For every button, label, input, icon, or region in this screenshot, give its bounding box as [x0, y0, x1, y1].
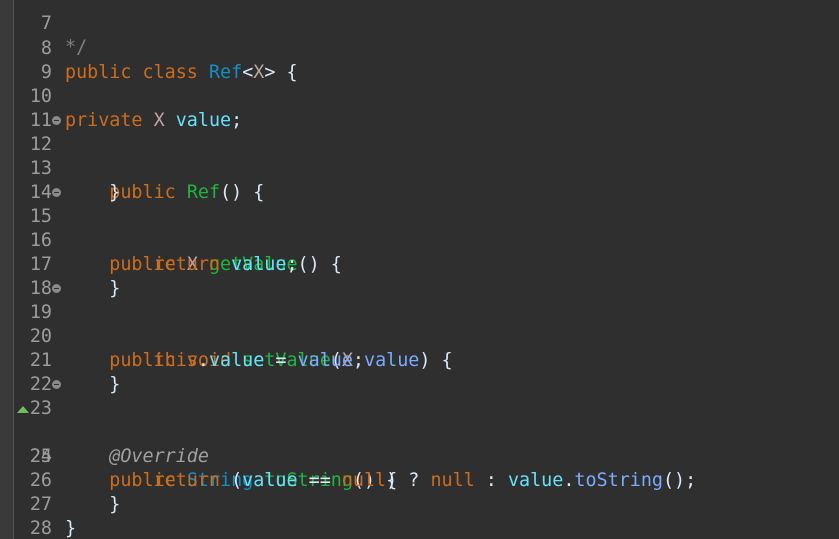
code-line[interactable]: 13 } [0, 133, 839, 203]
code-line[interactable]: 27 } [0, 469, 839, 539]
fold-toggle-icon[interactable] [52, 284, 61, 293]
code-line[interactable]: 23 @Override [0, 373, 839, 467]
fold-toggle-icon[interactable] [52, 380, 61, 389]
code-line[interactable]: 28 [0, 493, 839, 539]
code-line[interactable]: 11 [0, 85, 839, 131]
code-editor[interactable]: 7 */ 8 public class Ref<X> { 9 10 privat… [0, 0, 839, 539]
code-line[interactable]: 8 public class Ref<X> { [0, 13, 839, 83]
code-line[interactable]: 21 } [0, 325, 839, 395]
fold-toggle-icon[interactable] [52, 116, 61, 125]
code-line[interactable]: 7 */ [0, 0, 839, 58]
code-line[interactable]: 14 [0, 157, 839, 203]
code-line[interactable]: 15 public X getValue() { [0, 181, 839, 275]
code-line[interactable]: 24 public String toString() { [0, 397, 839, 491]
override-marker-icon[interactable] [17, 406, 29, 413]
code-line[interactable]: 16 return value; [0, 205, 839, 275]
code-line[interactable]: 25 return (value == null) ? null : value… [0, 421, 839, 491]
code-line[interactable]: 10 private X value; [0, 61, 839, 131]
line-number: 28 [29, 518, 52, 539]
code-line[interactable]: 19 public void setValue(X value) { [0, 277, 839, 371]
code-line[interactable]: 12 public Ref() { [0, 109, 839, 203]
code-text: } [65, 518, 77, 539]
code-line[interactable]: 20 this.value = value; [0, 301, 839, 371]
code-line[interactable]: 9 [0, 37, 839, 83]
code-line[interactable]: 26 } [0, 445, 839, 515]
code-line[interactable]: 17 } [0, 229, 839, 299]
code-line[interactable]: 22 [0, 349, 839, 395]
code-line[interactable]: 18 [0, 253, 839, 299]
fold-toggle-icon[interactable] [52, 188, 61, 197]
